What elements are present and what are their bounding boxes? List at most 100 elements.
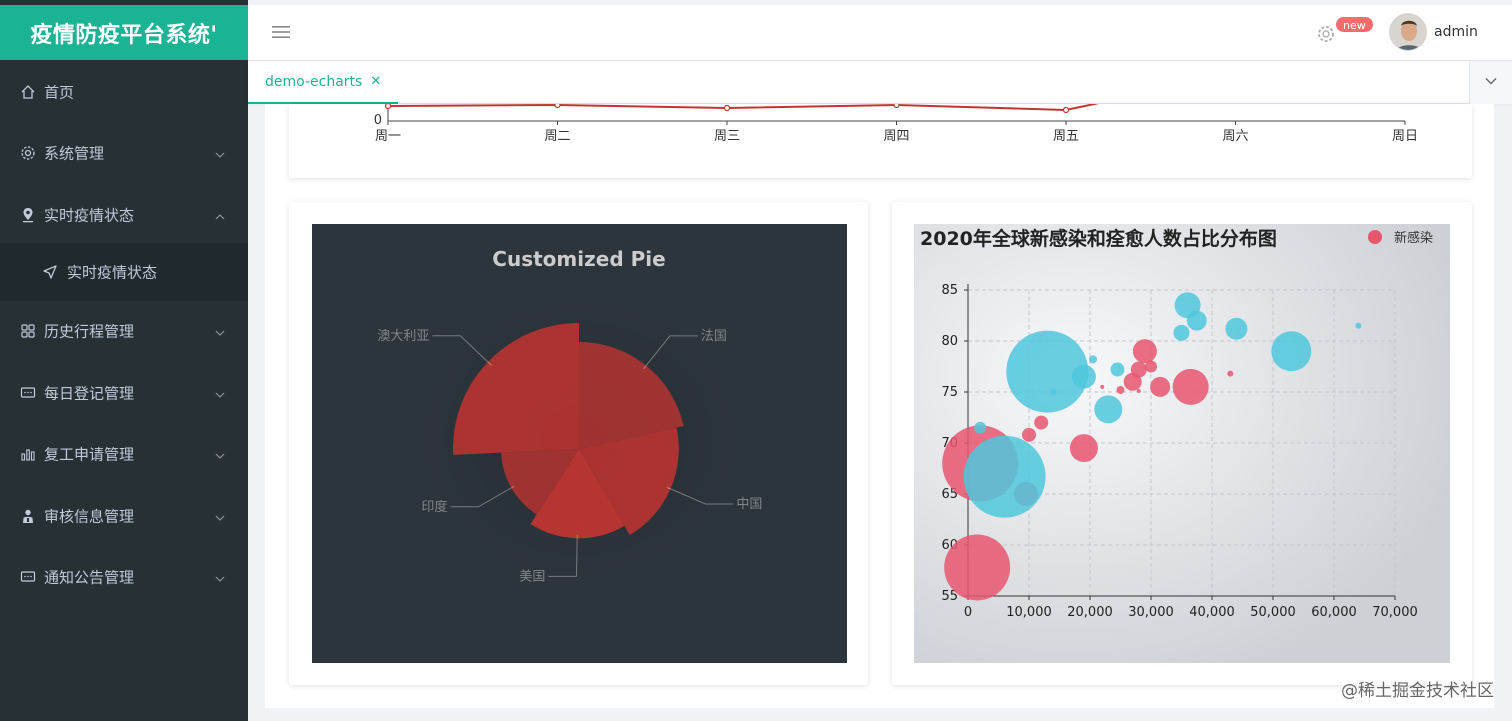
- x-tick-label: 周六: [1222, 129, 1248, 144]
- hamburger-icon[interactable]: [272, 24, 290, 40]
- bar-chart-icon: [20, 446, 36, 462]
- x-tick-label: 60,000: [1311, 605, 1357, 620]
- navigation-arrow-icon: [42, 264, 58, 280]
- grid-icon: [20, 323, 36, 339]
- line-chart-card: 0 周一 周二 周三 周四 周五 周六 周日: [289, 104, 1472, 178]
- x-tick-label: 周二: [544, 129, 570, 144]
- avatar[interactable]: [1389, 13, 1427, 51]
- line-point: [1062, 106, 1070, 114]
- pie-slice-label: 中国: [736, 497, 762, 512]
- message-icon: [20, 385, 36, 401]
- tabs-dropdown-button[interactable]: [1469, 61, 1512, 104]
- bubble-point: [1089, 355, 1098, 364]
- sidebar-item-system[interactable]: 系统管理: [0, 122, 248, 184]
- x-tick-label: 周五: [1053, 129, 1079, 144]
- bubble-chart: 2020年全球新感染和痊愈人数占比分布图 新感染 0 10,000 20,000 30…: [914, 224, 1450, 663]
- bubble-point: [1100, 384, 1105, 389]
- bubble-point: [1069, 434, 1098, 463]
- line-point: [554, 104, 561, 109]
- y-tick-label: 80: [941, 334, 958, 349]
- sidebar-item-label: 实时疫情状态: [44, 206, 135, 225]
- bubble-point: [1130, 361, 1147, 378]
- watermark: @稀土掘金技术社区: [1341, 681, 1494, 701]
- bubble-point: [963, 435, 1046, 518]
- x-tick-label: 周四: [883, 129, 909, 144]
- sidebar-item-home[interactable]: 首页: [0, 61, 248, 123]
- y-tick-label: 0: [374, 113, 382, 128]
- sidebar-item-label: 历史行程管理: [44, 322, 135, 341]
- bubble-point: [1071, 364, 1096, 389]
- username[interactable]: admin: [1434, 24, 1478, 40]
- chevron-down-icon: [214, 325, 226, 337]
- bubble-point: [1116, 385, 1125, 394]
- x-tick-label: 周一: [375, 129, 401, 144]
- y-tick-label: 75: [941, 385, 958, 400]
- chevron-down-icon: [214, 147, 226, 159]
- pie-chart: Customized Pie 法国中国美国 印度 澳大利亚: [312, 224, 847, 663]
- bubble-point: [1145, 360, 1157, 373]
- sidebar-item-history[interactable]: 历史行程管理: [0, 300, 248, 362]
- bubble-chart-card: 2020年全球新感染和痊愈人数占比分布图 新感染 0 10,000 20,000 30…: [892, 202, 1472, 685]
- app-logo[interactable]: 疫情防疫平台系统': [0, 5, 248, 60]
- pie-slice-label: 印度: [421, 499, 447, 515]
- line-chart: 0周一 周二 周三 周四 周五 周六 周日: [374, 104, 1418, 144]
- sidebar-item-audit[interactable]: 审核信息管理: [0, 485, 248, 547]
- sidebar-item-resume-work[interactable]: 复工申请管理: [0, 423, 248, 485]
- top-navbar: new admin: [248, 5, 1512, 61]
- sidebar-item-label: 复工申请管理: [44, 445, 135, 464]
- bubble-point: [1136, 388, 1141, 393]
- tab-label: demo-echarts: [265, 73, 363, 90]
- line-point: [893, 104, 900, 109]
- x-tick-label: 20,000: [1067, 605, 1113, 620]
- line-point: [723, 104, 731, 112]
- user-badge-icon: [20, 508, 36, 524]
- tab-demo-echarts[interactable]: demo-echarts ✕: [248, 61, 399, 104]
- pie-title: Customized Pie: [492, 247, 665, 271]
- settings-gear-icon[interactable]: [1316, 24, 1336, 44]
- bubble-point: [1110, 362, 1125, 377]
- sidebar-item-label: 每日登记管理: [44, 384, 135, 403]
- chevron-down-icon: [214, 571, 226, 583]
- sidebar-item-label: 实时疫情状态: [67, 263, 158, 282]
- new-badge: new: [1335, 16, 1374, 33]
- home-icon: [20, 84, 36, 100]
- x-tick-label: 周三: [714, 129, 740, 144]
- pie-slice-label: 法国: [701, 329, 727, 344]
- x-tick-label: 50,000: [1250, 605, 1296, 620]
- bubble-point: [1034, 415, 1049, 430]
- close-icon[interactable]: ✕: [370, 74, 381, 89]
- chevron-up-icon: [214, 209, 226, 221]
- pie-slice-label: 美国: [519, 569, 545, 584]
- bubble-title: 2020年全球新感染和痊愈人数占比分布图: [920, 227, 1277, 250]
- bubble-point: [1094, 395, 1123, 424]
- legend-label[interactable]: 新感染: [1394, 230, 1433, 246]
- x-tick-label: 30,000: [1128, 605, 1174, 620]
- sidebar-item-daily[interactable]: 每日登记管理: [0, 362, 248, 424]
- sidebar-item-notice[interactable]: 通知公告管理: [0, 546, 248, 608]
- chevron-down-icon: [1484, 73, 1498, 92]
- x-tick-label: 40,000: [1189, 605, 1235, 620]
- app-title: 疫情防疫平台系统': [30, 22, 218, 48]
- sidebar-subitem-realtime[interactable]: 实时疫情状态: [0, 243, 248, 301]
- bubble-point: [1050, 389, 1057, 395]
- x-tick-label: 10,000: [1006, 605, 1052, 620]
- bubble-point: [1132, 339, 1157, 364]
- legend-marker[interactable]: [1368, 230, 1382, 244]
- bubble-point: [1173, 324, 1190, 341]
- bubble-point: [1022, 427, 1036, 442]
- x-tick-label: 70,000: [1372, 605, 1418, 620]
- line-point: [384, 104, 392, 110]
- chevron-down-icon: [214, 387, 226, 399]
- bubble-point: [1150, 376, 1171, 397]
- sidebar-item-label: 审核信息管理: [44, 507, 135, 526]
- location-pin-icon: [20, 207, 36, 223]
- y-tick-label: 85: [941, 283, 958, 298]
- sidebar-item-label: 通知公告管理: [44, 568, 135, 587]
- sidebar-item-realtime[interactable]: 实时疫情状态: [0, 184, 248, 246]
- bubble-point: [1355, 322, 1362, 329]
- bubble-point: [1172, 368, 1209, 405]
- bubble-point: [1227, 370, 1234, 377]
- chevron-down-icon: [214, 448, 226, 460]
- pie-slice-label: 澳大利亚: [377, 328, 429, 344]
- bubble-point: [1225, 317, 1248, 340]
